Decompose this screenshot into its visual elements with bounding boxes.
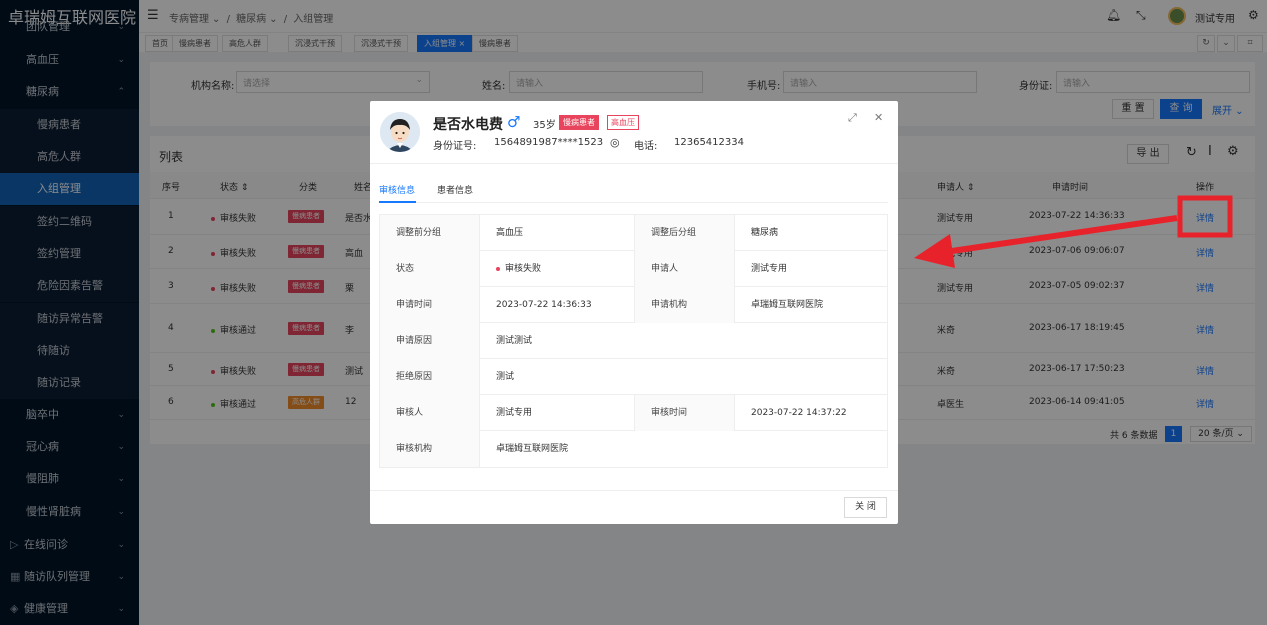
close-button[interactable]: 关 闭 xyxy=(844,497,887,518)
detail-label: 申请机构 xyxy=(634,287,735,323)
detail-label: 申请原因 xyxy=(380,323,480,359)
detail-label: 拒绝原因 xyxy=(380,359,480,395)
detail-row: 调整前分组 高血压 调整后分组 糖尿病 xyxy=(380,215,887,251)
tab-review-info[interactable]: 审核信息 xyxy=(379,183,415,196)
tag-hypertension: 高血压 xyxy=(607,115,639,130)
detail-label: 申请时间 xyxy=(380,287,480,323)
male-icon: ♂ xyxy=(507,113,521,131)
detail-row: 审核人 测试专用 审核时间 2023-07-22 14:37:22 xyxy=(380,395,887,431)
detail-value: 卓瑞姆互联网医院 xyxy=(751,300,824,310)
detail-modal: 是否水电费 ♂ 35岁 慢病患者 高血压 身份证号: 1564891987***… xyxy=(370,101,898,524)
patient-avatar xyxy=(380,112,420,152)
phone-value: 12365412334 xyxy=(674,137,744,148)
divider xyxy=(370,163,898,164)
status-text: 审核失败 xyxy=(505,264,542,274)
expand-icon[interactable]: ⤢ xyxy=(848,111,857,125)
detail-row: 申请时间 2023-07-22 14:36:33 申请机构 卓瑞姆互联网医院 xyxy=(380,287,887,323)
close-icon[interactable]: ✕ xyxy=(874,111,883,124)
id-number-label: 身份证号: xyxy=(433,141,477,152)
id-number-value: 1564891987****1523 xyxy=(494,137,604,148)
detail-label: 状态 xyxy=(380,251,480,287)
detail-label: 审核人 xyxy=(380,395,480,431)
detail-value: 测试 xyxy=(496,372,515,382)
patient-name: 是否水电费 xyxy=(433,117,503,133)
detail-value: 2023-07-22 14:36:33 xyxy=(496,300,592,310)
divider xyxy=(370,490,898,491)
tab-underline xyxy=(379,202,888,203)
detail-label: 调整后分组 xyxy=(634,215,735,251)
detail-label: 申请人 xyxy=(634,251,735,287)
detail-value: 2023-07-22 14:37:22 xyxy=(751,408,847,418)
detail-row: 申请原因 测试测试 xyxy=(380,323,887,359)
detail-row: 状态 审核失败 申请人 测试专用 xyxy=(380,251,887,287)
detail-label: 调整前分组 xyxy=(380,215,480,251)
detail-value: 测试专用 xyxy=(751,264,788,274)
detail-value: 审核失败 xyxy=(480,251,634,287)
review-detail-table: 调整前分组 高血压 调整后分组 糖尿病 状态 审核失败 申请人 测试专用 申请时… xyxy=(379,214,888,468)
detail-label: 审核机构 xyxy=(380,431,480,467)
detail-value: 测试测试 xyxy=(496,336,533,346)
detail-label: 审核时间 xyxy=(634,395,735,431)
eye-icon[interactable]: ◎ xyxy=(610,136,620,149)
detail-value: 测试专用 xyxy=(496,408,533,418)
patient-age: 35岁 xyxy=(533,120,556,131)
detail-row: 审核机构 卓瑞姆互联网医院 xyxy=(380,431,887,467)
phone-label: 电话: xyxy=(634,141,658,152)
active-tab-indicator xyxy=(379,201,416,203)
detail-value: 糖尿病 xyxy=(751,228,779,238)
tag-chronic-patient: 慢病患者 xyxy=(559,115,599,130)
detail-value: 高血压 xyxy=(496,228,524,238)
detail-value: 卓瑞姆互联网医院 xyxy=(496,444,569,454)
detail-row: 拒绝原因 测试 xyxy=(380,359,887,395)
status-dot xyxy=(496,266,500,271)
tab-patient-info[interactable]: 患者信息 xyxy=(437,183,473,196)
